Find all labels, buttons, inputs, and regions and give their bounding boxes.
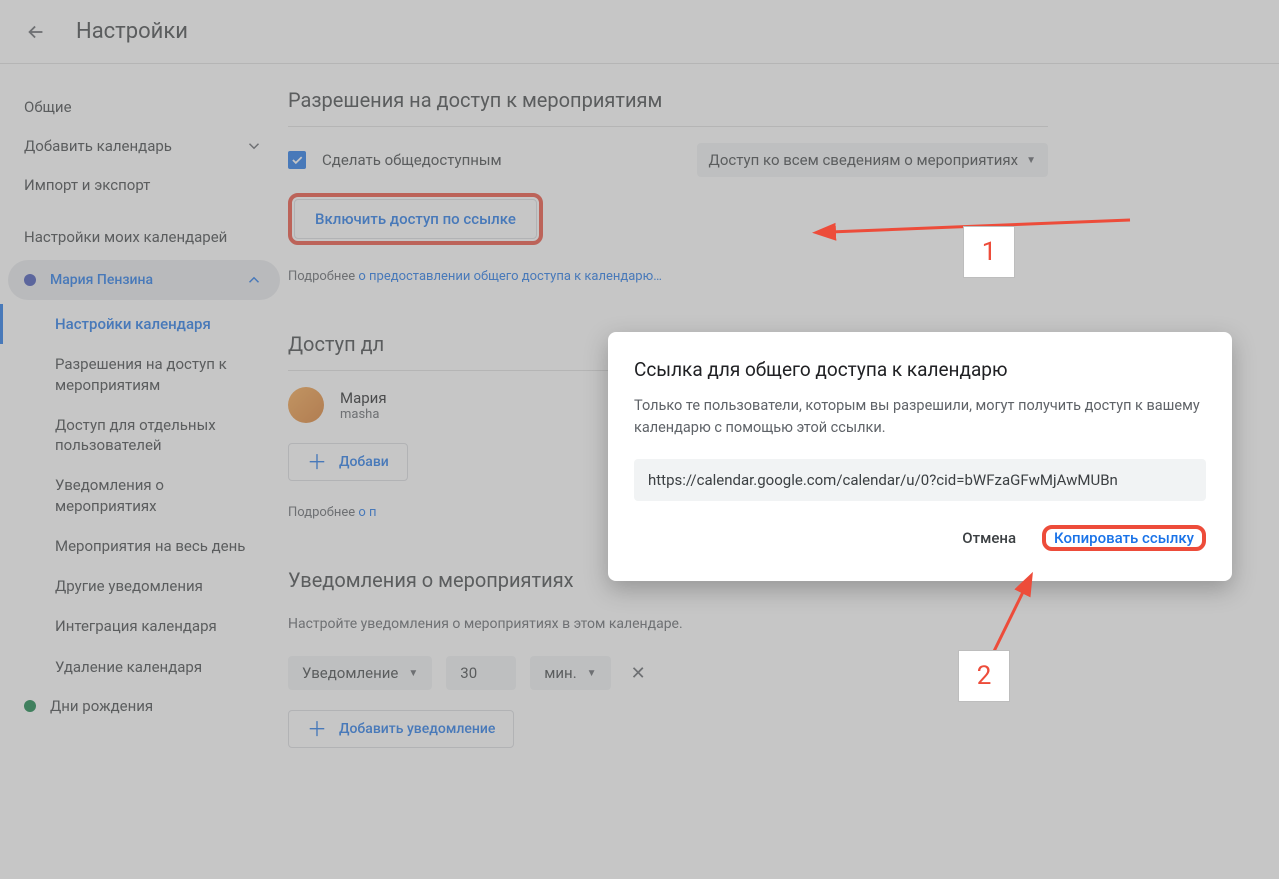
chevron-up-icon [244,270,264,290]
dialog-description: Только те пользователи, которым вы разре… [634,395,1206,439]
add-people-button[interactable]: ＋ Добави [288,443,408,481]
sidebar-subitem-integration[interactable]: Интеграция календаря [0,606,288,646]
copy-link-button[interactable]: Копировать ссылку [1046,523,1202,553]
section-title: Разрешения на доступ к мероприятиям [288,88,1048,127]
enable-link-access-button[interactable]: Включить доступ по ссылке [294,199,537,239]
notification-unit-value: мин. [544,664,576,682]
dropdown-triangle-icon: ▼ [587,668,597,679]
sidebar-subitem-all-day[interactable]: Мероприятия на весь день [0,526,288,566]
add-notification-button[interactable]: ＋ Добавить уведомление [288,710,514,748]
cancel-button[interactable]: Отмена [956,521,1022,555]
sidebar-section-my-calendars: Настройки моих календарей [0,204,288,256]
add-notification-label: Добавить уведомление [339,721,495,737]
permissions-help-link[interactable]: о предоставлении общего доступа к календ… [358,269,662,284]
sidebar-item-general[interactable]: Общие [0,88,288,126]
sidebar: Общие Добавить календарь Импорт и экспор… [0,64,288,879]
sidebar-calendar-birthdays[interactable]: Дни рождения [0,687,288,725]
sidebar-item-import-export[interactable]: Импорт и экспорт [0,166,288,204]
dialog-title: Ссылка для общего доступа к календарю [634,358,1206,381]
avatar [288,387,324,423]
annotation-badge-1: 1 [963,226,1015,278]
back-arrow-icon[interactable] [24,20,48,44]
topbar: Настройки [0,0,1279,64]
sidebar-subitem-specific-access[interactable]: Доступ для отдельных пользователей [0,405,288,466]
share-link-dialog: Ссылка для общего доступа к календарю То… [608,332,1232,581]
sidebar-subitem-calendar-settings[interactable]: Настройки календаря [0,304,288,344]
notification-row: Уведомление ▼ 30 мин. ▼ ✕ [288,656,1048,690]
make-public-label: Сделать общедоступным [322,151,502,169]
plus-icon: ＋ [307,455,327,469]
dropdown-triangle-icon: ▼ [408,668,418,679]
sidebar-calendar-active[interactable]: Мария Пензина [8,260,280,300]
notification-unit-select[interactable]: мин. ▼ [530,656,610,690]
section-permissions: Разрешения на доступ к мероприятиям Сдел… [288,88,1048,284]
sidebar-subitem-delete[interactable]: Удаление календаря [0,647,288,687]
visibility-select[interactable]: Доступ ко всем сведениям о мероприятиях … [697,143,1048,177]
section-notifications: Уведомления о мероприятиях Настройте уве… [288,568,1048,748]
sidebar-calendar-name: Дни рождения [50,697,153,715]
sidebar-item-label: Импорт и экспорт [24,176,150,194]
dropdown-triangle-icon: ▼ [1026,155,1036,166]
annotation-highlight-1: Включить доступ по ссылке [288,193,543,245]
help-prefix: Подробнее [288,269,358,284]
shared-user-email: masha [340,407,387,422]
plus-icon: ＋ [307,722,327,736]
calendar-color-dot [24,700,36,712]
sidebar-item-label: Добавить календарь [24,137,172,155]
notification-type-select[interactable]: Уведомление ▼ [288,656,432,690]
annotation-highlight-2: Копировать ссылку [1042,525,1206,551]
sidebar-sublist: Настройки календаря Разрешения на доступ… [0,304,288,687]
notification-value-input[interactable]: 30 [446,656,516,690]
sidebar-calendar-name: Мария Пензина [50,272,244,288]
page-title: Настройки [76,19,188,44]
make-public-checkbox[interactable] [288,151,306,169]
notifications-desc: Настройте уведомления о мероприятиях в э… [288,616,1048,632]
add-people-label: Добави [339,454,389,470]
notification-type-value: Уведомление [302,664,398,682]
sidebar-item-label: Общие [24,98,72,116]
dialog-actions: Отмена Копировать ссылку [634,521,1206,555]
remove-notification-icon[interactable]: ✕ [625,657,652,690]
shared-user-name: Мария [340,389,387,407]
sidebar-item-add-calendar[interactable]: Добавить календарь [0,126,288,166]
calendar-color-dot [24,274,36,286]
share-url-field[interactable]: https://calendar.google.com/calendar/u/0… [634,459,1206,501]
sidebar-subitem-event-notifications[interactable]: Уведомления о мероприятиях [0,465,288,526]
annotation-badge-2: 2 [958,650,1010,702]
permissions-help-text: Подробнее о предоставлении общего доступ… [288,269,1048,284]
sidebar-subitem-other-notifications[interactable]: Другие уведомления [0,566,288,606]
help-prefix: Подробнее [288,505,358,520]
chevron-down-icon [244,136,264,156]
visibility-select-value: Доступ ко всем сведениям о мероприятиях [709,151,1019,169]
specific-access-help-link[interactable]: о п [358,505,376,520]
sidebar-subitem-permissions[interactable]: Разрешения на доступ к мероприятиям [0,344,288,405]
